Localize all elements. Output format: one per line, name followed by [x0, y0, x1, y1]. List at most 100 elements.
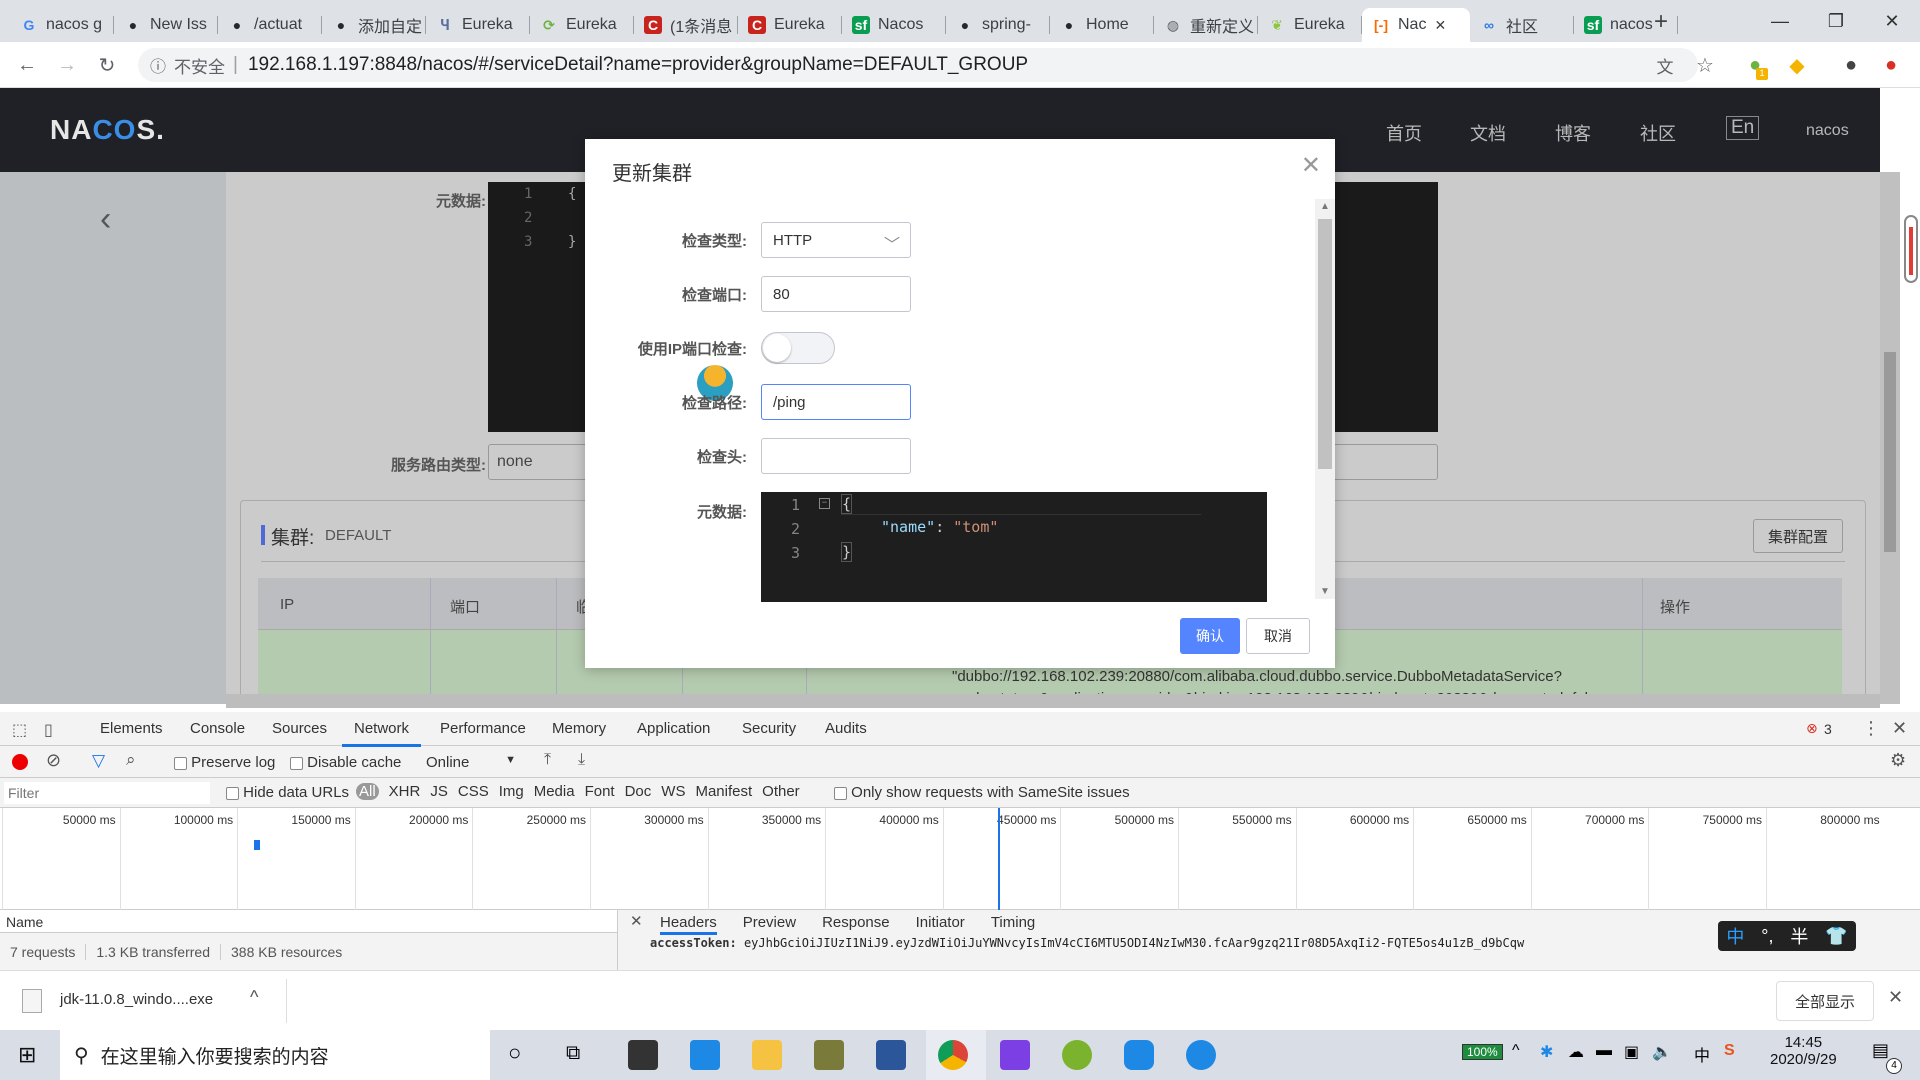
user-menu[interactable]: nacos: [1806, 122, 1849, 140]
kugou-icon[interactable]: [1124, 1040, 1154, 1070]
browser-tab[interactable]: ⟳ Eureka: [530, 8, 634, 42]
url-text[interactable]: 192.168.1.197:8848/nacos/#/serviceDetail…: [248, 54, 1028, 76]
taskbar-search[interactable]: ⚲ 在这里输入你要搜索的内容: [60, 1030, 490, 1080]
language-switch[interactable]: En: [1726, 116, 1760, 140]
maximize-button[interactable]: ❐: [1808, 0, 1864, 42]
check-path-input[interactable]: /ping: [761, 384, 911, 420]
devtools-tab-network[interactable]: Network: [341, 720, 422, 747]
battery-icon[interactable]: ▬: [1596, 1042, 1612, 1060]
network-timeline[interactable]: 50000 ms 100000 ms 150000 ms 200000 ms 25000…: [0, 808, 1920, 910]
battery-indicator[interactable]: 100%: [1462, 1044, 1503, 1060]
file-explorer-icon[interactable]: [752, 1040, 782, 1070]
volume-icon[interactable]: 🔈: [1652, 1042, 1672, 1062]
bookmark-star-icon[interactable]: ☆: [1690, 50, 1720, 80]
intellij-icon[interactable]: [1000, 1040, 1030, 1070]
task-view-icon[interactable]: ⧉: [566, 1042, 580, 1065]
new-tab-button[interactable]: +: [1654, 8, 1668, 36]
back-chevron-icon[interactable]: ‹: [100, 200, 111, 239]
checkbox[interactable]: [226, 786, 239, 800]
page-scrollbar-vertical[interactable]: [1880, 172, 1900, 704]
type-filter-xhr[interactable]: XHR: [389, 783, 421, 800]
close-detail-icon[interactable]: ✕: [630, 912, 643, 930]
checkbox[interactable]: [290, 756, 303, 770]
close-tab-icon[interactable]: ✕: [1434, 17, 1446, 34]
photos-icon[interactable]: [814, 1040, 844, 1070]
cancel-button[interactable]: 取消: [1246, 618, 1310, 654]
use-ip-port-toggle[interactable]: [761, 332, 835, 364]
browser-tab[interactable]: ● 添加自定: [322, 8, 426, 42]
update-menu-icon[interactable]: ●: [1876, 50, 1906, 80]
close-downloads-icon[interactable]: ✕: [1888, 987, 1903, 1008]
scroll-down-icon[interactable]: ▼: [1320, 586, 1330, 597]
browser-tab[interactable]: ● /actuat: [218, 8, 322, 42]
check-type-select[interactable]: HTTP ﹀: [761, 222, 911, 258]
error-icon[interactable]: ⊗: [1806, 720, 1818, 737]
header-value[interactable]: eyJhbGciOiJIUzI1NiJ9.eyJzdWIiOiJuYWNvcyI…: [744, 936, 1524, 950]
page-scrollbar-horizontal[interactable]: [226, 694, 1880, 708]
browser-tab[interactable]: C Eureka: [738, 8, 842, 42]
nav-blog[interactable]: 博客: [1555, 120, 1591, 146]
show-hidden-icons[interactable]: ^: [1512, 1042, 1520, 1060]
nav-docs[interactable]: 文档: [1470, 120, 1506, 146]
cluster-config-button[interactable]: 集群配置: [1753, 519, 1843, 553]
detail-tab-initiator[interactable]: Initiator: [916, 914, 965, 935]
disable-cache-checkbox[interactable]: Disable cache: [290, 754, 401, 771]
inspect-element-icon[interactable]: ⬚: [12, 720, 27, 740]
preserve-log-checkbox[interactable]: Preserve log: [174, 754, 275, 771]
request-bar[interactable]: [254, 840, 260, 850]
filter-icon[interactable]: ▽: [92, 751, 105, 771]
notification-center-icon[interactable]: ▤: [1872, 1040, 1889, 1061]
more-options-icon[interactable]: ⋮: [1862, 718, 1880, 739]
ime-punct[interactable]: °,: [1761, 926, 1773, 947]
type-filter-media[interactable]: Media: [534, 783, 575, 800]
filter-input[interactable]: [4, 782, 210, 804]
browser-tab[interactable]: C (1条消息: [634, 8, 738, 42]
devtools-tab-performance[interactable]: Performance: [440, 720, 526, 737]
fold-icon[interactable]: −: [819, 498, 830, 509]
device-toolbar-icon[interactable]: ▯: [44, 720, 53, 740]
ime-skin-icon[interactable]: 👕: [1825, 926, 1847, 947]
type-filter-font[interactable]: Font: [585, 783, 615, 800]
browser-tab[interactable]: ● New Iss: [114, 8, 218, 42]
devtools-tab-elements[interactable]: Elements: [100, 720, 163, 737]
error-count[interactable]: 3: [1824, 721, 1832, 737]
devtools-tab-security[interactable]: Security: [742, 720, 796, 737]
reload-icon[interactable]: ↻: [92, 50, 122, 80]
type-filter-js[interactable]: JS: [430, 783, 448, 800]
check-port-input[interactable]: 80: [761, 276, 911, 312]
name-column-header[interactable]: Name: [6, 914, 43, 930]
clock[interactable]: 14:45 2020/9/29: [1770, 1034, 1837, 1068]
wechat-icon[interactable]: [1062, 1040, 1092, 1070]
translate-icon[interactable]: 文: [1650, 50, 1680, 80]
cortana-icon[interactable]: ○: [508, 1040, 521, 1066]
settings-gear-icon[interactable]: ⚙: [1890, 750, 1906, 771]
ime-width[interactable]: 半: [1790, 923, 1808, 949]
detail-tab-timing[interactable]: Timing: [991, 914, 1035, 935]
ime-status-bar[interactable]: 中 °, 半 👕: [1718, 921, 1856, 951]
close-window-button[interactable]: ✕: [1864, 0, 1920, 42]
scroll-up-icon[interactable]: ▲: [1320, 201, 1330, 212]
close-icon[interactable]: ✕: [1301, 151, 1321, 180]
type-filter-all[interactable]: All: [356, 783, 379, 800]
info-icon[interactable]: ⓘ: [150, 53, 166, 77]
mail-icon[interactable]: [690, 1040, 720, 1070]
browser-tab[interactable]: [-] Nac ✕: [1362, 8, 1470, 42]
extension-icon-2[interactable]: ◆: [1782, 50, 1812, 80]
detail-tab-preview[interactable]: Preview: [743, 914, 796, 935]
confirm-button[interactable]: 确认: [1180, 618, 1240, 654]
type-filter-other[interactable]: Other: [762, 783, 800, 800]
ime-language[interactable]: 中: [1694, 1042, 1710, 1066]
network-icon[interactable]: ▣: [1624, 1042, 1639, 1062]
tray-app-icon[interactable]: ✱: [1540, 1042, 1553, 1062]
export-har-icon[interactable]: ⤓: [578, 751, 585, 769]
detail-tab-response[interactable]: Response: [822, 914, 890, 935]
browser-tab[interactable]: ∞ 社区: [1470, 8, 1574, 42]
record-icon[interactable]: [12, 754, 28, 770]
nav-community[interactable]: 社区: [1640, 120, 1676, 146]
browser-tab[interactable]: ● spring-: [946, 8, 1050, 42]
scrollbar-thumb[interactable]: [1318, 219, 1332, 469]
type-filter-doc[interactable]: Doc: [625, 783, 652, 800]
close-devtools-icon[interactable]: ✕: [1892, 718, 1907, 739]
detail-tab-headers[interactable]: Headers: [660, 914, 717, 935]
browser-tab[interactable]: sf Nacos: [842, 8, 946, 42]
